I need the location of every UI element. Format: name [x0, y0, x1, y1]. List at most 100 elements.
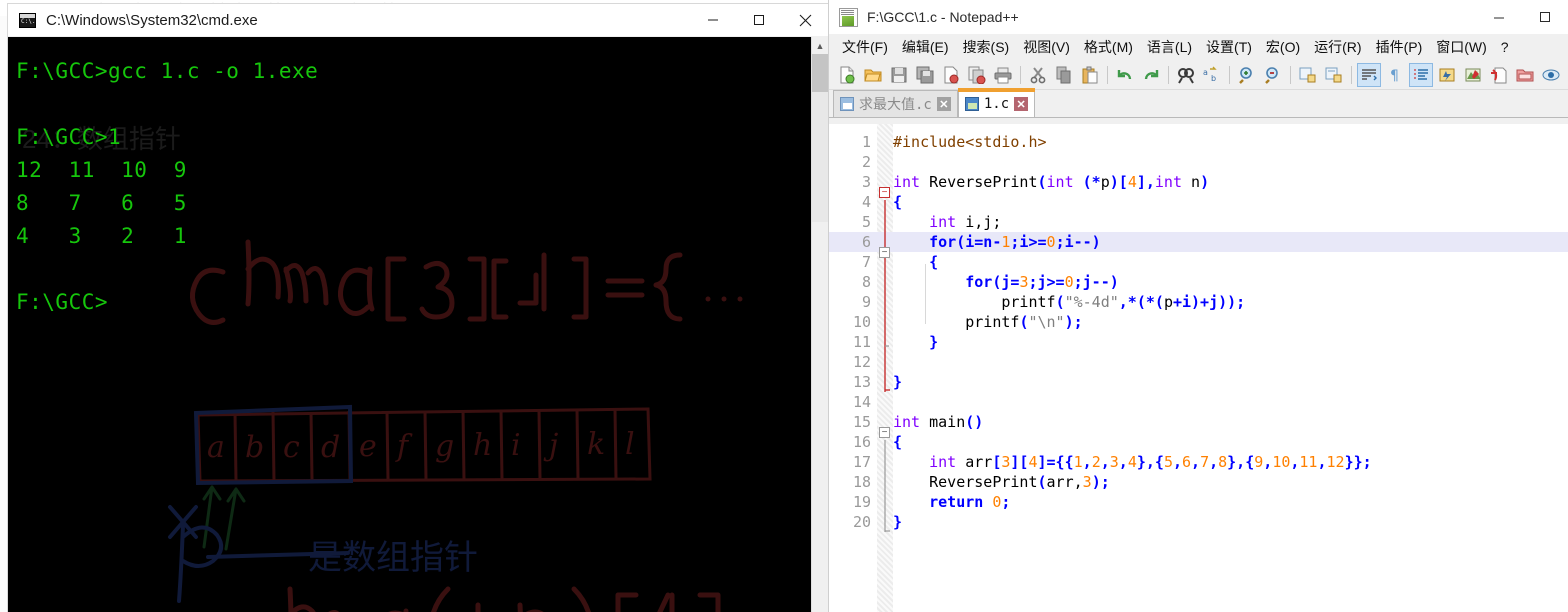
- menu-item-2[interactable]: 搜索(S): [956, 35, 1017, 59]
- show-all-chars-icon[interactable]: ¶: [1383, 63, 1407, 87]
- code-line-text: printf("%-4d",*(*(p+i)+j));: [893, 293, 1246, 311]
- screen-root: xsteach.com/course/2883/playing?pid=1050…: [0, 0, 1568, 612]
- find-icon[interactable]: [1174, 63, 1198, 87]
- line-number: 20: [852, 513, 871, 531]
- svg-text:f: f: [395, 429, 413, 464]
- line-number: 4: [861, 193, 871, 211]
- close-file-icon[interactable]: [939, 63, 963, 87]
- menu-item-8[interactable]: 运行(R): [1307, 35, 1368, 59]
- zoom-in-icon[interactable]: [1235, 63, 1259, 87]
- code-line[interactable]: 2: [829, 152, 1568, 172]
- indent-guide-icon[interactable]: [1409, 62, 1433, 87]
- code-line[interactable]: 1 #include<stdio.h>: [829, 132, 1568, 152]
- fold-box-line-4[interactable]: −: [879, 187, 890, 198]
- cmd-console-text: F:\GCC>gcc 1.c -o 1.exe F:\GCC>1 12 11 1…: [16, 59, 319, 314]
- maximize-icon[interactable]: [1522, 0, 1568, 34]
- tab-label: 1.c: [983, 96, 1010, 112]
- sync-vertical-icon[interactable]: [1296, 63, 1320, 87]
- fold-box-line-7[interactable]: −: [879, 247, 890, 258]
- cmd-window-controls: [690, 4, 828, 37]
- code-line[interactable]: 14: [829, 392, 1568, 412]
- menu-item-4[interactable]: 格式(M): [1077, 35, 1140, 59]
- folder-as-workspace-icon[interactable]: [1513, 63, 1537, 87]
- code-line[interactable]: 10 printf("\n");: [829, 312, 1568, 332]
- code-line[interactable]: 5 int i,j;: [829, 212, 1568, 232]
- svg-text:l: l: [625, 427, 635, 462]
- minimize-icon[interactable]: [1476, 0, 1522, 34]
- document-map-icon[interactable]: [1461, 63, 1485, 87]
- cmd-scrollbar-track[interactable]: [812, 92, 828, 222]
- undo-icon[interactable]: [1113, 63, 1137, 87]
- user-defined-language-icon[interactable]: [1435, 63, 1459, 87]
- code-line[interactable]: 6 for(i=n-1;i>=0;i--): [829, 232, 1568, 252]
- editor-tab-0[interactable]: 求最大值.c ✕: [833, 90, 958, 117]
- menu-item-7[interactable]: 宏(O): [1259, 35, 1307, 59]
- fold-box-line-16[interactable]: −: [879, 427, 890, 438]
- menu-item-10[interactable]: 窗口(W): [1429, 35, 1494, 59]
- notepad-plus-plus-icon: [839, 7, 858, 27]
- editor-tab-1[interactable]: 1.c ✕: [957, 88, 1036, 117]
- code-line-text: {: [893, 193, 903, 211]
- code-line[interactable]: 7 {: [829, 252, 1568, 272]
- redo-icon[interactable]: [1139, 63, 1163, 87]
- menu-item-6[interactable]: 设置(T): [1199, 35, 1259, 59]
- code-line[interactable]: 8 for(j=3;j>=0;j--): [829, 272, 1568, 292]
- code-line[interactable]: 20}: [829, 512, 1568, 532]
- paste-icon[interactable]: [1078, 63, 1102, 87]
- code-line[interactable]: 9 printf("%-4d",*(*(p+i)+j));: [829, 292, 1568, 312]
- tab-close-icon[interactable]: ✕: [1014, 97, 1029, 111]
- code-line[interactable]: 19 return 0;: [829, 492, 1568, 512]
- cut-icon[interactable]: [1026, 63, 1050, 87]
- save-all-icon[interactable]: [913, 63, 937, 87]
- minimize-icon[interactable]: [690, 4, 736, 37]
- new-file-icon[interactable]: [835, 63, 859, 87]
- line-number: 5: [861, 213, 871, 231]
- code-line[interactable]: 11 }: [829, 332, 1568, 352]
- cmd-title-text: C:\Windows\System32\cmd.exe: [46, 11, 258, 29]
- copy-icon[interactable]: [1052, 63, 1076, 87]
- code-editor[interactable]: − − − 1 #include<stdio.h> 2 3 int ReversePri…: [829, 124, 1568, 612]
- maximize-icon[interactable]: [736, 4, 782, 37]
- sync-horizontal-icon[interactable]: [1322, 63, 1346, 87]
- menu-item-11[interactable]: ?: [1494, 37, 1516, 57]
- line-number: 2: [861, 153, 871, 171]
- npp-title-bar[interactable]: F:\GCC\1.c - Notepad++: [829, 0, 1568, 34]
- close-icon[interactable]: [782, 4, 828, 37]
- monitoring-icon[interactable]: [1539, 63, 1563, 87]
- replace-icon[interactable]: ab: [1200, 63, 1224, 87]
- cmd-console[interactable]: 24：数组指针 a b c d e f g h i j k l 是数组指针 F:…: [8, 37, 811, 612]
- indent-guide: [925, 264, 926, 324]
- code-line[interactable]: 15 int main(): [829, 412, 1568, 432]
- svg-text:c: c: [283, 430, 300, 465]
- code-line[interactable]: 3 int ReversePrint(int (*p)[4],int n): [829, 172, 1568, 192]
- code-line-text: }: [929, 333, 939, 351]
- cmd-scrollbar-thumb[interactable]: [812, 54, 828, 92]
- word-wrap-icon[interactable]: [1357, 62, 1381, 87]
- close-all-icon[interactable]: [965, 63, 989, 87]
- toolbar-separator-2: [1107, 65, 1108, 84]
- line-number: 13: [852, 373, 871, 391]
- code-line[interactable]: 4{: [829, 192, 1568, 212]
- tab-close-icon[interactable]: ✕: [936, 97, 951, 111]
- menu-item-5[interactable]: 语言(L): [1140, 35, 1199, 59]
- cmd-title-bar[interactable]: C:\Windows\System32\cmd.exe: [8, 4, 828, 37]
- code-line[interactable]: 16 {: [829, 432, 1568, 452]
- code-line[interactable]: 12: [829, 352, 1568, 372]
- code-line[interactable]: 18 ReversePrint(arr,3);: [829, 472, 1568, 492]
- menu-item-0[interactable]: 文件(F): [835, 35, 895, 59]
- print-icon[interactable]: [991, 63, 1015, 87]
- menu-item-9[interactable]: 插件(P): [1369, 35, 1430, 59]
- save-icon[interactable]: [887, 63, 911, 87]
- code-line-text: int i,j;: [929, 213, 1002, 231]
- open-file-icon[interactable]: [861, 63, 885, 87]
- code-line-text: #include<stdio.h>: [893, 133, 1047, 151]
- zoom-out-icon[interactable]: [1261, 63, 1285, 87]
- cmd-scrollbar[interactable]: ▲: [811, 37, 828, 612]
- code-line[interactable]: 17 int arr[3][4]={{1,2,3,4},{5,6,7,8},{9…: [829, 452, 1568, 472]
- scroll-up-icon[interactable]: ▲: [812, 37, 828, 54]
- menu-item-1[interactable]: 编辑(E): [895, 35, 956, 59]
- line-number: 11: [852, 333, 871, 351]
- function-list-icon[interactable]: [1487, 63, 1511, 87]
- menu-item-3[interactable]: 视图(V): [1016, 35, 1077, 59]
- code-line[interactable]: 13}: [829, 372, 1568, 392]
